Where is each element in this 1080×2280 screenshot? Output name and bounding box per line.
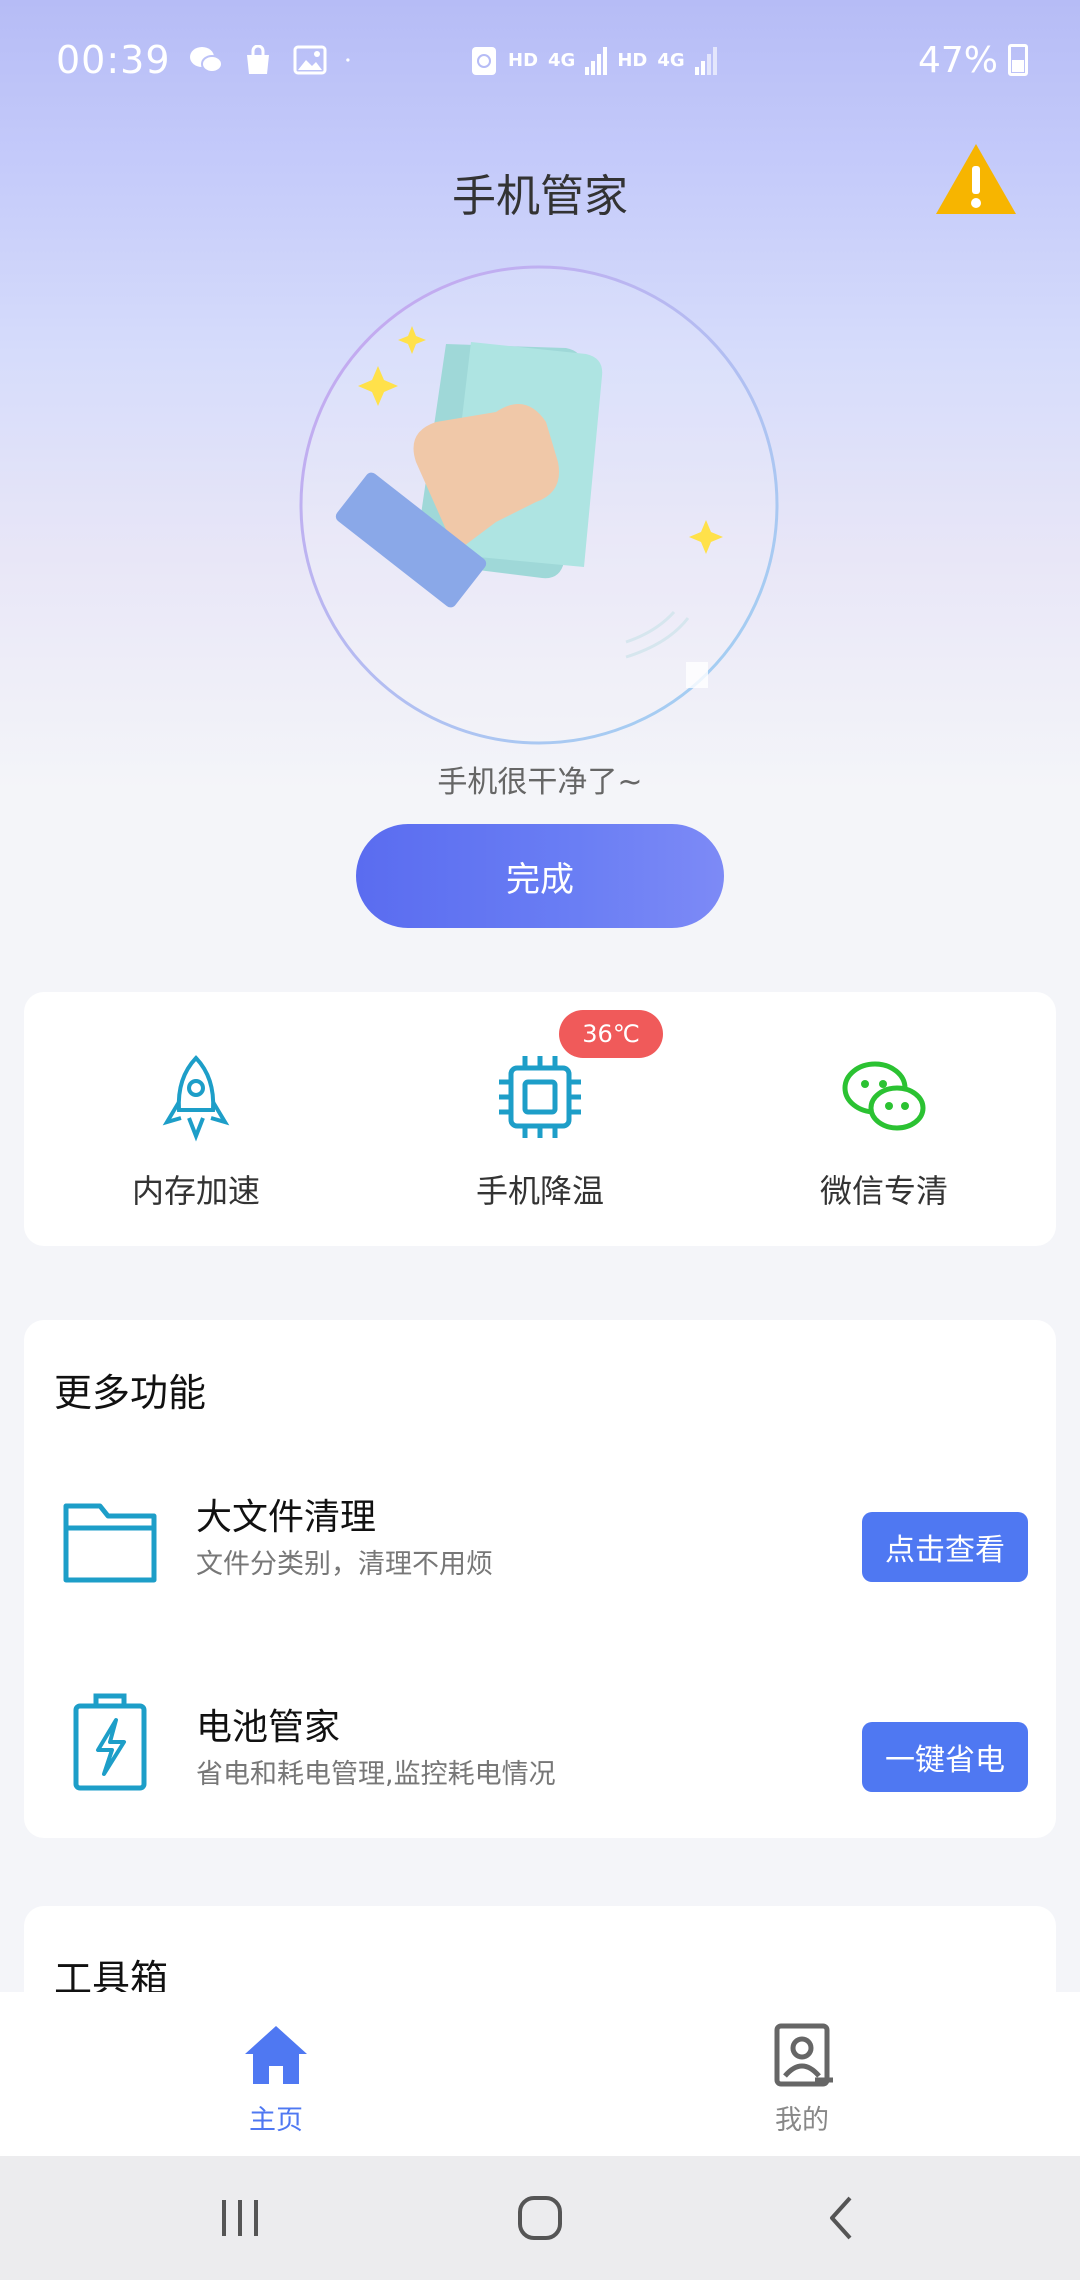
- section-title: 更多功能: [54, 1371, 207, 1415]
- home-icon: [245, 2026, 307, 2084]
- power-save-button[interactable]: 一键省电: [862, 1722, 1028, 1792]
- status-bar: 00:39 HD 4G HD 4G 47%: [0, 0, 1080, 120]
- battery-status: 47%: [918, 40, 1028, 81]
- nav-label: 主页: [249, 2105, 303, 2136]
- warning-icon[interactable]: [934, 140, 1018, 218]
- signal-icon: [585, 47, 608, 75]
- page-title: 手机管家: [452, 171, 628, 222]
- hd-label-2: HD: [617, 49, 648, 71]
- view-button[interactable]: 点击查看: [862, 1512, 1028, 1582]
- quick-action-label: 内存加速: [131, 1172, 260, 1210]
- nav-label: 我的: [775, 2105, 829, 2136]
- done-button[interactable]: 完成: [356, 824, 724, 928]
- net-4g-label-1: 4G: [548, 49, 576, 71]
- chip-icon: [499, 1056, 581, 1138]
- feature-large-file-clean[interactable]: 大文件清理 文件分类别，清理不用烦 点击查看: [24, 1482, 1056, 1622]
- feature-subtitle: 文件分类别，清理不用烦: [196, 1549, 493, 1580]
- nav-home[interactable]: 主页: [176, 1992, 376, 2156]
- profile-icon: [774, 2023, 833, 2087]
- feature-subtitle: 省电和耗电管理,监控耗电情况: [196, 1759, 556, 1790]
- more-features-card: 更多功能 大文件清理 文件分类别，清理不用烦 点击查看 电池管家 省电和耗电管理…: [24, 1320, 1056, 1838]
- quick-action-label: 微信专清: [819, 1172, 948, 1210]
- temperature-badge: 36℃: [559, 1010, 663, 1058]
- shopping-bag-icon: [246, 45, 269, 74]
- recycle-icon: [472, 47, 496, 75]
- hd-label-1: HD: [508, 49, 539, 71]
- status-time: 00:39: [56, 38, 171, 82]
- quick-action-label: 手机降温: [475, 1172, 604, 1210]
- network-indicators: HD 4G HD 4G: [470, 43, 717, 77]
- nav-mine[interactable]: 我的: [702, 1992, 902, 2156]
- battery-percent: 47%: [917, 39, 998, 81]
- signal-icon: [694, 47, 717, 75]
- system-navigation-bar: [0, 2156, 1080, 2280]
- gallery-icon: [293, 45, 327, 75]
- net-4g-label-2: 4G: [657, 49, 685, 71]
- battery-icon: [73, 1693, 147, 1791]
- wechat-notification-icon: [189, 47, 223, 73]
- feature-title: 大文件清理: [196, 1497, 377, 1538]
- status-left: 00:39: [56, 38, 359, 82]
- rocket-icon: [162, 1055, 230, 1142]
- folder-icon: [63, 1503, 157, 1583]
- clean-status-text: 手机很干净了~: [437, 765, 643, 800]
- battery-icon: [1008, 44, 1028, 76]
- home-button-icon[interactable]: [510, 2188, 570, 2248]
- feature-title: 电池管家: [196, 1707, 341, 1748]
- dot-icon: [345, 58, 350, 62]
- quick-actions-card: 内存加速 手机降温 微信专清: [24, 992, 1056, 1246]
- wechat-icon: [842, 1061, 926, 1131]
- recent-apps-icon[interactable]: [210, 2188, 270, 2248]
- clean-illustration: [299, 265, 779, 745]
- feature-battery-manager[interactable]: 电池管家 省电和耗电管理,监控耗电情况 一键省电: [24, 1692, 1056, 1832]
- quick-action-wechat-clean[interactable]: 微信专清: [712, 992, 1056, 1246]
- quick-action-memory-boost[interactable]: 内存加速: [24, 992, 368, 1246]
- back-icon[interactable]: [812, 2188, 872, 2248]
- bottom-navigation: 主页 我的: [0, 1992, 1080, 2156]
